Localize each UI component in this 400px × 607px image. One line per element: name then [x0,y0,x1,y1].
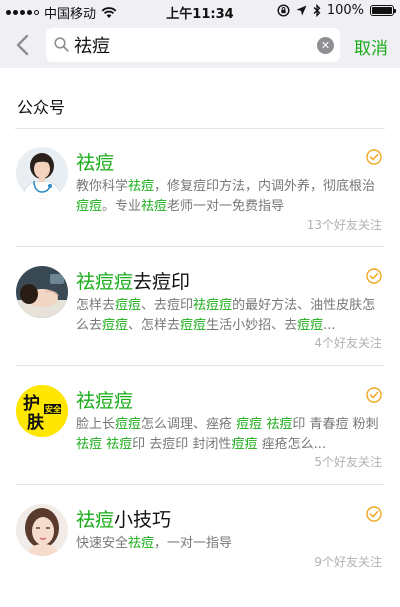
search-bar: ✕ 取消 [0,22,400,68]
keyword-highlight: 祛痘 [141,199,168,214]
name-highlight: 祛痘痘 [76,271,134,293]
clear-search-button[interactable]: ✕ [317,37,334,54]
verified-badge-icon [366,387,382,403]
battery-icon [370,5,396,16]
name-rest: 去痘印 [133,271,191,293]
keyword-highlight: 祛痘痘 [193,298,233,313]
description-text: 脸上长 [76,417,116,432]
rotation-lock-icon [277,4,290,17]
verified-badge-icon [366,506,382,522]
woman-avatar [16,504,68,556]
description-text: 。专业 [102,199,142,214]
description-text: 、怎样去 [128,318,181,333]
keyword-highlight: 痘痘 [297,318,324,333]
cancel-button[interactable]: 取消 [354,34,388,59]
keyword-highlight: 痘痘 [236,417,263,432]
search-box[interactable]: ✕ [46,28,340,62]
name-highlight: 祛痘痘 [76,390,134,412]
logo-text: 护 [23,393,40,414]
spa-avatar [16,266,68,318]
divider [15,246,385,247]
account-name: 祛痘 [76,148,114,175]
doctor-avatar [16,147,68,199]
description-text: 怎样去 [76,298,116,313]
bottom-area [0,596,400,607]
account-name: 祛痘小技巧 [76,505,171,532]
result-item[interactable]: 祛痘 教你科学祛痘，修复痘印方法，内调外养，彻底根治痘痘。专业祛痘老师一对一免费… [0,129,400,247]
keyword-highlight: 祛痘 [128,536,155,551]
bluetooth-icon [313,4,321,17]
chevron-left-icon [16,34,29,56]
verified-badge-icon [366,268,382,284]
account-description: 教你科学祛痘，修复痘印方法，内调外养，彻底根治痘痘。专业祛痘老师一对一免费指导 [76,177,382,217]
description-text: ，一对一指导 [154,536,233,551]
account-description: 怎样去痘痘、去痘印祛痘痘的最好方法、油性皮肤怎么去痘痘、怎样去痘痘生活小妙招、去… [76,296,382,336]
description-text: 、去痘印 [141,298,194,313]
name-highlight: 祛痘 [76,152,115,174]
keyword-highlight: 痘痘 [180,318,207,333]
account-description: 脸上长痘痘怎么调理、痤疮 痘痘 祛痘印 青春痘 粉刺 祛痘 祛痘印 去痘印 封闭… [76,415,382,455]
keyword-highlight: 祛痘 [76,437,103,452]
account-name: 祛痘痘 [76,386,133,413]
section-title: 公众号 [17,98,66,117]
battery-percent: 100% [326,3,364,18]
description-text: 痤疮怎么... [257,437,326,452]
account-name: 祛痘痘去痘印 [76,267,190,294]
description-text: ... [323,318,336,333]
friends-following: 5个好友关注 [314,455,382,469]
divider [15,365,385,366]
search-icon [54,37,69,52]
description-text: 教你科学 [76,179,129,194]
status-bar: 中国移动 上午11:34 100% [0,0,400,22]
friends-following: 4个好友关注 [314,336,382,350]
status-right: 100% [277,3,396,18]
description-text: 生活小妙招、去 [206,318,298,333]
close-icon: ✕ [320,39,331,52]
description-text: 快速安全 [76,536,129,551]
name-highlight: 祛痘 [76,509,115,531]
back-button[interactable] [12,32,36,58]
friends-following: 9个好友关注 [314,555,382,569]
friends-following: 13个好友关注 [306,218,382,232]
location-icon [296,5,307,16]
name-rest: 小技巧 [114,509,172,531]
keyword-highlight: 祛痘 [128,179,155,194]
keyword-highlight: 痘痘 [231,437,258,452]
search-input[interactable] [74,32,304,58]
keyword-highlight: 痘痘 [102,318,129,333]
keyword-highlight: 祛痘 [106,437,133,452]
result-item[interactable]: 祛痘小技巧 快速安全祛痘，一对一指导 9个好友关注 [0,486,400,604]
description-text: 印 去痘印 封闭性 [132,437,232,452]
keyword-highlight: 祛痘 [266,417,293,432]
keyword-highlight: 痘痘 [115,298,142,313]
result-item[interactable]: 祛痘痘去痘印 怎样去痘痘、去痘印祛痘痘的最好方法、油性皮肤怎么去痘痘、怎样去痘痘… [0,248,400,366]
description-text: 怎么调理、痤疮 [141,417,237,432]
result-item[interactable]: 护安全肤 祛痘痘 脸上长痘痘怎么调理、痤疮 痘痘 祛痘印 青春痘 粉刺 祛痘 祛… [0,367,400,485]
logo-text: 肤 [27,412,45,433]
description-text: ，修复痘印方法，内调外养，彻底根治 [154,179,376,194]
verified-badge-icon [366,149,382,165]
divider [15,484,385,485]
skincare-logo-avatar: 护安全肤 [16,385,68,437]
keyword-highlight: 痘痘 [76,199,103,214]
account-description: 快速安全祛痘，一对一指导 [76,534,382,554]
keyword-highlight: 痘痘 [115,417,142,432]
logo-text: 安全 [45,404,62,414]
description-text: 老师一对一免费指导 [167,199,285,214]
description-text: 印 青春痘 粉刺 [292,417,379,432]
